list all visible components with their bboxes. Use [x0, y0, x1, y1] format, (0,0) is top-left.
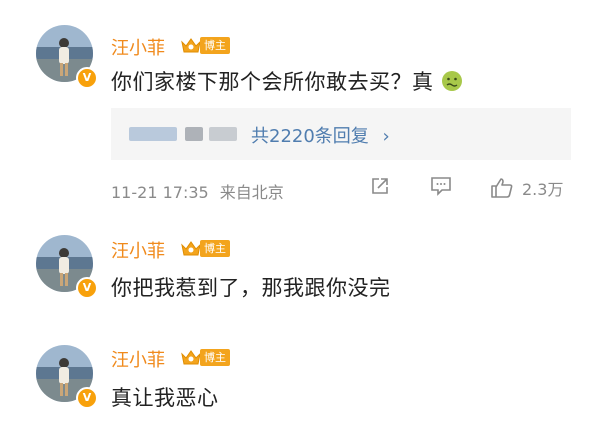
crown-icon — [181, 241, 201, 256]
reply-count-link[interactable]: 共2220条回复 › — [251, 122, 390, 148]
comment-item: V 汪小菲 博主 真让我恶心 — [0, 330, 591, 421]
blogger-tag: 博主 — [180, 37, 230, 54]
comment-body: 你们家楼下那个会所你敢去买？真 — [111, 70, 434, 94]
source: 来自北京 — [219, 183, 284, 202]
blogger-tag: 博主 — [180, 240, 230, 257]
author-name[interactable]: 汪小菲 — [111, 237, 165, 263]
blogger-tag: 博主 — [180, 349, 230, 366]
weibo-comment-page: { "comments": [ { "author": "汪小菲", "tag"… — [0, 0, 591, 421]
comment-button[interactable] — [430, 176, 452, 196]
like-count: 2.3万 — [522, 180, 564, 199]
crown-icon — [181, 350, 201, 365]
tag-label: 博主 — [200, 349, 230, 366]
reply-count-label: 共2220条回复 — [251, 126, 369, 147]
tag-label: 博主 — [200, 240, 230, 257]
author-name[interactable]: 汪小菲 — [111, 34, 165, 60]
timestamp: 11-21 17:35 — [111, 183, 209, 202]
reply-summary[interactable]: 共2220条回复 › — [111, 108, 571, 160]
share-button[interactable] — [370, 176, 390, 196]
blurred-username — [209, 127, 237, 141]
blurred-username — [185, 127, 203, 141]
comment-icon — [431, 177, 451, 196]
verified-badge-icon: V — [76, 387, 98, 409]
like-icon — [491, 178, 513, 198]
author-name[interactable]: 汪小菲 — [111, 346, 165, 372]
verified-badge-icon: V — [76, 67, 98, 89]
crown-icon — [181, 38, 201, 53]
comment-text: 真让我恶心 — [111, 386, 219, 410]
tag-label: 博主 — [200, 37, 230, 54]
comment-text: 你们家楼下那个会所你敢去买？真 — [111, 66, 463, 96]
like-button[interactable]: 2.3万 — [490, 176, 563, 200]
comment-meta: 11-21 17:35 来自北京 — [111, 179, 284, 203]
blurred-username — [129, 127, 177, 141]
chevron-right-icon: › — [382, 126, 390, 147]
verified-badge-icon: V — [76, 277, 98, 299]
comment-item: V 汪小菲 博主 你们家楼下那个会所你敢去买？真 共2220条回复 › 11-2… — [0, 0, 591, 220]
share-icon — [372, 178, 388, 194]
comment-item: V 汪小菲 博主 你把我惹到了，那我跟你没完 — [0, 220, 591, 320]
comment-text: 你把我惹到了，那我跟你没完 — [111, 276, 391, 300]
nauseated-face-icon — [441, 71, 462, 91]
